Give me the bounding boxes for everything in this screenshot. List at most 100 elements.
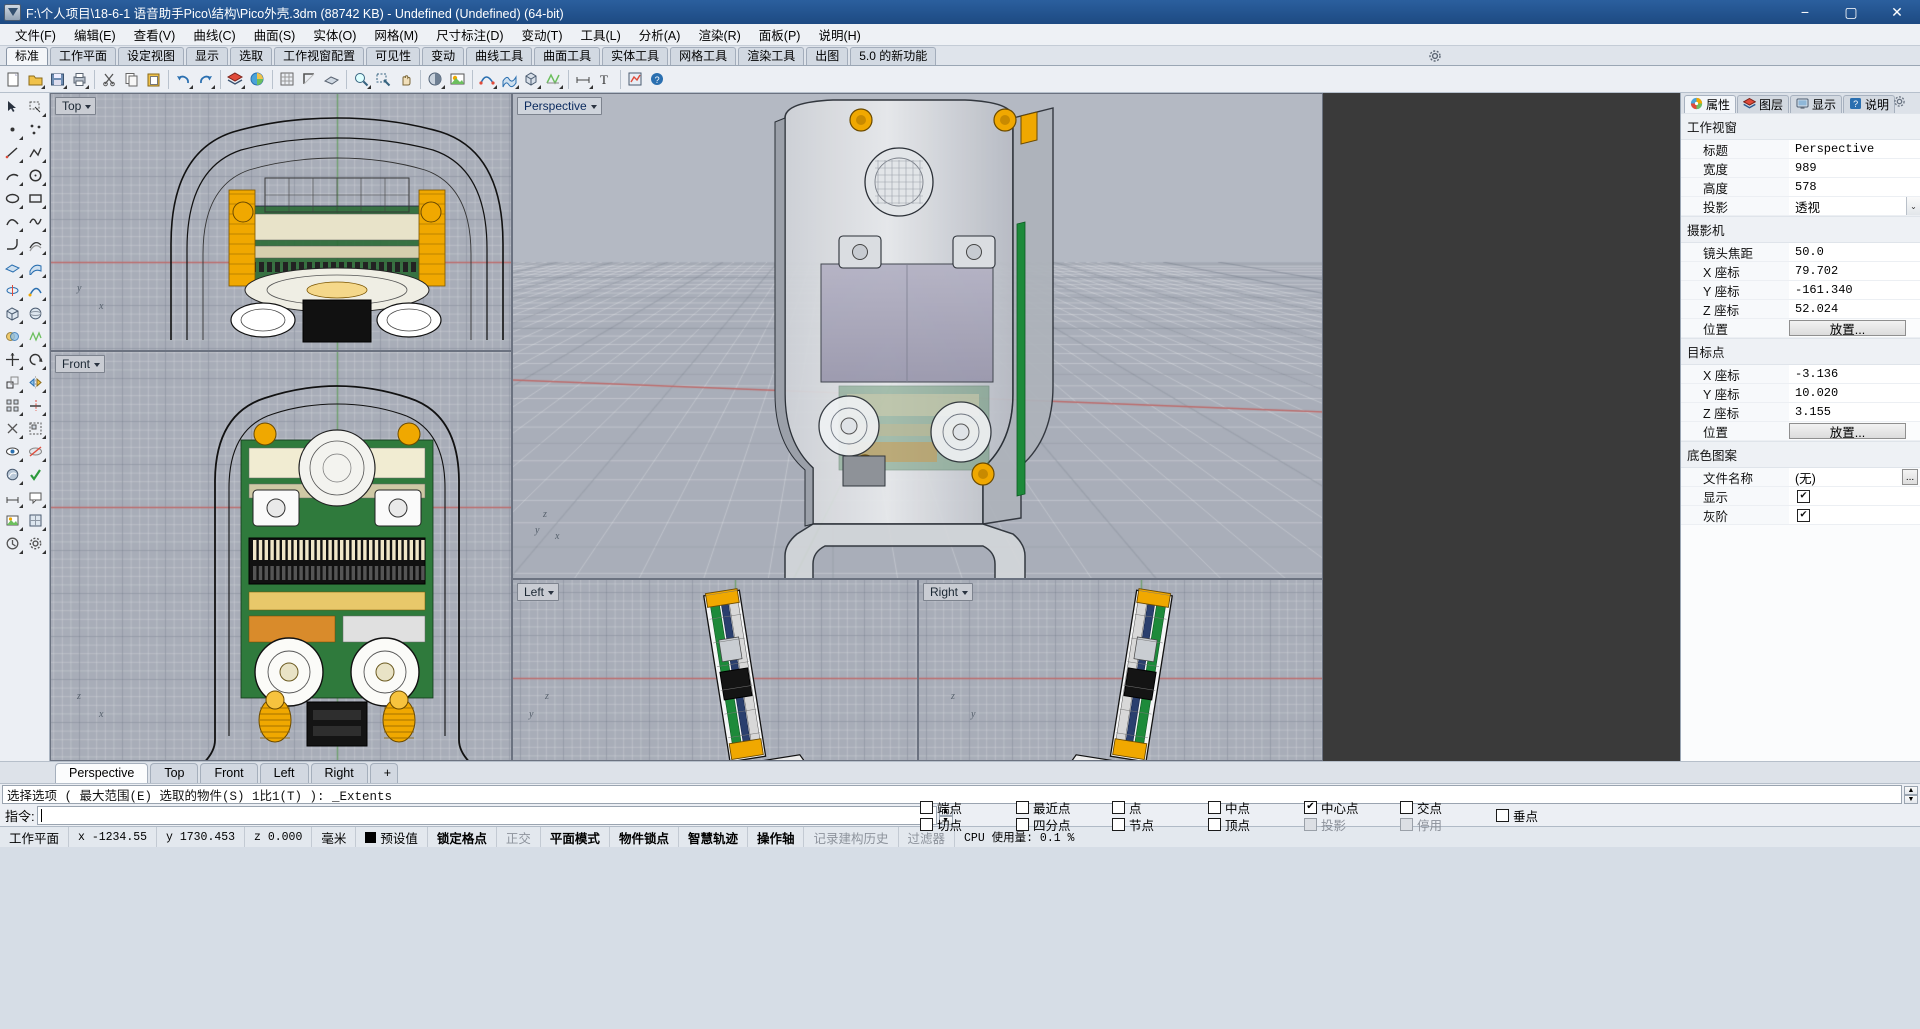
- view-tab-top[interactable]: Top: [150, 763, 198, 783]
- line-icon[interactable]: [1, 141, 24, 164]
- solid-tools-icon[interactable]: [521, 69, 542, 90]
- panel-tab-monitor[interactable]: 显示: [1790, 95, 1842, 113]
- block-icon[interactable]: [24, 509, 47, 532]
- viewport-right[interactable]: Right z y: [918, 579, 1323, 761]
- osnap-option[interactable]: 节点: [1112, 816, 1154, 833]
- point-icon[interactable]: [1, 118, 24, 141]
- view-tab-right[interactable]: Right: [311, 763, 368, 783]
- osnap-option[interactable]: ✔中心点: [1304, 799, 1359, 816]
- ellipse-icon[interactable]: [1, 187, 24, 210]
- toolbar-tab-8[interactable]: 曲线工具: [466, 47, 532, 65]
- current-layer[interactable]: 预设值: [356, 827, 428, 847]
- array-icon[interactable]: [1, 394, 24, 417]
- panel-row-value[interactable]: 50.0: [1789, 243, 1920, 261]
- osnap-option[interactable]: 顶点: [1208, 816, 1250, 833]
- menu-item-5[interactable]: 实体(O): [304, 23, 365, 46]
- fillet-icon[interactable]: [1, 233, 24, 256]
- box-icon[interactable]: [1, 302, 24, 325]
- status-toggle-5[interactable]: 操作轴: [748, 827, 805, 847]
- trim-icon[interactable]: [24, 394, 47, 417]
- panel-checkbox[interactable]: [1797, 490, 1810, 503]
- checkmark-icon[interactable]: [24, 463, 47, 486]
- osnap-option[interactable]: 垂点: [1496, 807, 1538, 824]
- status-toggle-2[interactable]: 平面模式: [541, 827, 610, 847]
- chevron-down-icon[interactable]: ⌄: [1906, 197, 1920, 215]
- layers-icon[interactable]: [225, 69, 246, 90]
- loft-icon[interactable]: [24, 256, 47, 279]
- command-input[interactable]: [37, 806, 937, 825]
- status-toggle-3[interactable]: 物件锁点: [610, 827, 679, 847]
- mirror-icon[interactable]: [24, 371, 47, 394]
- osnap-checkbox[interactable]: [1016, 818, 1029, 831]
- menu-item-3[interactable]: 曲线(C): [184, 23, 244, 46]
- dimension-icon[interactable]: [573, 69, 594, 90]
- panel-row-value[interactable]: 52.024: [1789, 300, 1920, 318]
- boolean-icon[interactable]: [1, 325, 24, 348]
- pan-icon[interactable]: [395, 69, 416, 90]
- cplane-label[interactable]: 工作平面: [0, 827, 69, 847]
- menu-item-1[interactable]: 编辑(E): [65, 23, 125, 46]
- osnap-option[interactable]: 交点: [1400, 799, 1442, 816]
- osnap-checkbox[interactable]: [1400, 818, 1413, 831]
- view-tab-left[interactable]: Left: [260, 763, 309, 783]
- menu-item-10[interactable]: 分析(A): [630, 23, 690, 46]
- panel-row-value[interactable]: -3.136: [1789, 365, 1920, 383]
- hide-icon[interactable]: [24, 440, 47, 463]
- osnap-option[interactable]: 投影: [1304, 816, 1359, 833]
- surface-tools-icon[interactable]: [499, 69, 520, 90]
- osnap-checkbox[interactable]: [1304, 818, 1317, 831]
- panel-row-value[interactable]: -161.340: [1789, 281, 1920, 299]
- toolbar-tab-1[interactable]: 工作平面: [50, 47, 116, 65]
- panel-tab-layers[interactable]: 图层: [1737, 95, 1789, 113]
- status-toggle-0[interactable]: 锁定格点: [428, 827, 497, 847]
- units-label[interactable]: 毫米: [312, 827, 356, 847]
- osnap-option[interactable]: 中点: [1208, 799, 1250, 816]
- scale-icon[interactable]: [1, 371, 24, 394]
- menu-item-6[interactable]: 网格(M): [365, 23, 427, 46]
- osnap-checkbox[interactable]: [1208, 818, 1221, 831]
- panel-row-value[interactable]: 3.155: [1789, 403, 1920, 421]
- copy-icon[interactable]: [121, 69, 142, 90]
- view-tab-front[interactable]: Front: [200, 763, 257, 783]
- dimension-linear-icon[interactable]: [1, 486, 24, 509]
- status-toggle-1[interactable]: 正交: [497, 827, 541, 847]
- viewport-perspective[interactable]: Perspective z y x: [512, 93, 1323, 579]
- minimize-button[interactable]: −: [1782, 0, 1828, 24]
- mesh-tools-icon[interactable]: [543, 69, 564, 90]
- osnap-checkbox[interactable]: [920, 801, 933, 814]
- toolbar-tab-11[interactable]: 网格工具: [670, 47, 736, 65]
- toolbar-tab-0[interactable]: 标准: [6, 47, 48, 65]
- panel-row-value[interactable]: 578: [1789, 178, 1920, 196]
- panel-row-value[interactable]: 10.020: [1789, 384, 1920, 402]
- osnap-option[interactable]: 最近点: [1016, 799, 1071, 816]
- panel-place-button[interactable]: 放置...: [1789, 423, 1906, 439]
- osnap-option[interactable]: 切点: [920, 816, 962, 833]
- toolbar-tab-13[interactable]: 出图: [806, 47, 848, 65]
- osnap-option[interactable]: 端点: [920, 799, 962, 816]
- undo-icon[interactable]: [173, 69, 194, 90]
- render-preview-icon[interactable]: [1, 509, 24, 532]
- material-icon[interactable]: [1, 463, 24, 486]
- select-window-icon[interactable]: [24, 95, 47, 118]
- toolbar-tab-5[interactable]: 工作视窗配置: [274, 47, 364, 65]
- panel-place-button[interactable]: 放置...: [1789, 320, 1906, 336]
- menu-item-11[interactable]: 渲染(R): [689, 23, 749, 46]
- osnap-option[interactable]: 停用: [1400, 816, 1442, 833]
- toolbar-tab-10[interactable]: 实体工具: [602, 47, 668, 65]
- freeform-curve-icon[interactable]: [24, 210, 47, 233]
- select-arrow-icon[interactable]: [1, 95, 24, 118]
- annotation-icon[interactable]: [24, 486, 47, 509]
- viewport-left-label[interactable]: Left: [517, 583, 559, 601]
- osnap-checkbox[interactable]: [920, 818, 933, 831]
- properties-icon[interactable]: [247, 69, 268, 90]
- panel-tab-help[interactable]: ?说明: [1843, 95, 1895, 113]
- text-icon[interactable]: T: [595, 69, 616, 90]
- panel-row-value[interactable]: 79.702: [1789, 262, 1920, 280]
- help-icon[interactable]: ?: [647, 69, 668, 90]
- layer-visibility-icon[interactable]: [1, 440, 24, 463]
- panel-tab-color-wheel[interactable]: 属性: [1684, 95, 1736, 113]
- panel-settings-gear-icon[interactable]: [1893, 95, 1906, 111]
- osnap-checkbox[interactable]: [1016, 801, 1029, 814]
- viewport-right-label[interactable]: Right: [923, 583, 973, 601]
- transform-move-icon[interactable]: [1, 348, 24, 371]
